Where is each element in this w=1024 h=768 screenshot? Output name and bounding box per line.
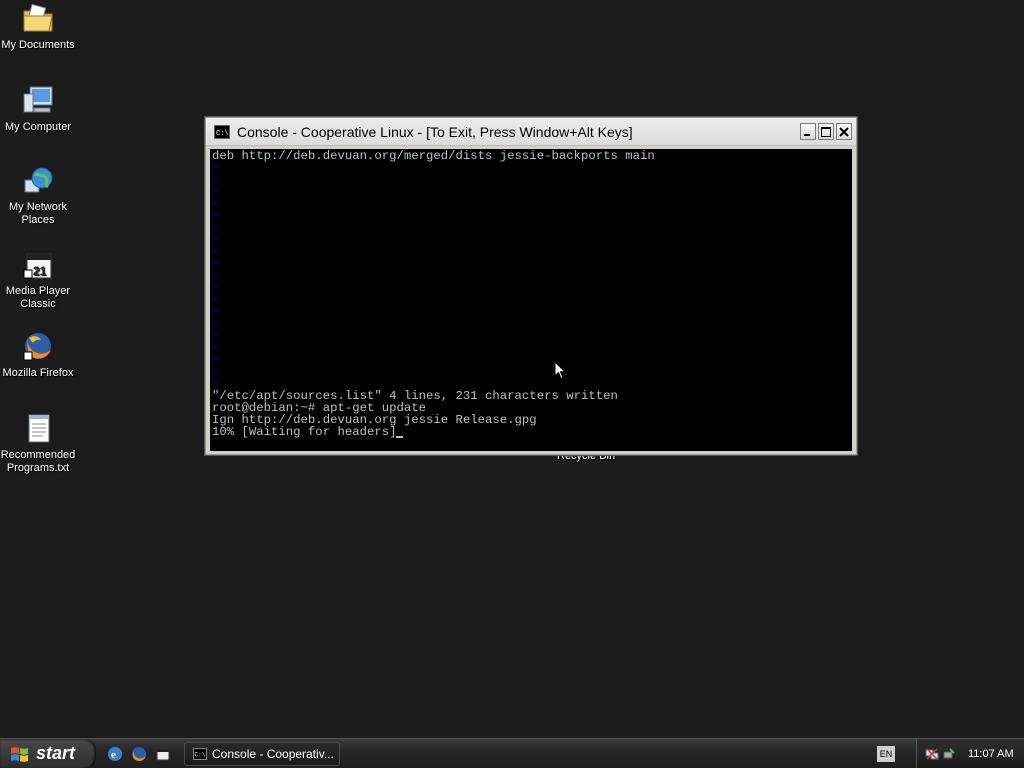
window-title: Console - Cooperative Linux - [To Exit, … — [237, 123, 633, 140]
safely-remove-tray-icon[interactable] — [942, 747, 956, 761]
clock[interactable]: 11:07 AM — [968, 748, 1014, 760]
vim-empty-line: ~ — [212, 317, 220, 331]
desktop-icon-my-computer[interactable]: My Computer — [0, 84, 76, 134]
vim-empty-line: ~ — [212, 221, 220, 235]
language-indicator[interactable]: EN — [877, 746, 895, 762]
desktop-icon-label: My Computer — [4, 121, 72, 133]
start-label: start — [36, 743, 76, 763]
vim-empty-line: ~ — [212, 233, 220, 247]
svg-text:C:\: C:\ — [216, 130, 229, 138]
console-icon: C:\ — [193, 747, 207, 760]
media-player-quicklaunch-icon[interactable] — [154, 745, 172, 763]
minimize-button[interactable] — [800, 123, 816, 140]
vim-empty-line: ~ — [212, 329, 220, 343]
mouse-pointer-icon — [554, 360, 567, 380]
vim-empty-line: ~ — [212, 257, 220, 271]
vim-empty-line: ~ — [212, 245, 220, 259]
desktop-icon-label: My Network Places — [8, 201, 68, 226]
vim-empty-line: ~ — [212, 281, 220, 295]
ie-quicklaunch-icon[interactable]: e — [106, 745, 124, 763]
vim-empty-line: ~ — [212, 185, 220, 199]
network-globe-icon — [21, 164, 55, 198]
vim-empty-line: ~ — [212, 341, 220, 355]
folder-icon — [21, 2, 55, 36]
desktop-icon-recommended-programs[interactable]: Recommended Programs.txt — [0, 412, 76, 475]
taskbar-item-console[interactable]: C:\ Console - Cooperativ... — [184, 741, 340, 766]
vim-empty-line: ~ — [212, 293, 220, 307]
svg-text:C:\: C:\ — [195, 751, 206, 758]
close-button[interactable] — [836, 123, 852, 140]
vim-empty-line: ~ — [212, 173, 220, 187]
maximize-button[interactable] — [818, 123, 834, 140]
media-player-icon: 21 — [21, 248, 55, 282]
console-window[interactable]: C:\ Console - Cooperative Linux - [To Ex… — [205, 117, 857, 455]
start-button[interactable]: start — [0, 738, 96, 768]
vim-empty-line: ~ — [212, 365, 220, 379]
taskbar: start e C:\ Console - Cooperativ... EN 1… — [0, 738, 1024, 768]
desktop-icon-media-player-classic[interactable]: 21 Media Player Classic — [0, 248, 76, 311]
vim-empty-line: ~ — [212, 161, 220, 175]
system-tray: 11:07 AM — [916, 739, 1024, 768]
quick-launch: e — [106, 745, 172, 763]
taskbar-item-label: Console - Cooperativ... — [212, 746, 334, 761]
desktop-icon-label: Mozilla Firefox — [2, 367, 74, 379]
console-line-progress: 10% [Waiting for headers] — [212, 426, 852, 438]
vim-empty-line: ~ — [212, 197, 220, 211]
console-line: deb http://deb.devuan.org/merged/dists j… — [212, 149, 655, 163]
desktop-icon-my-network-places[interactable]: My Network Places — [0, 164, 76, 227]
desktop-icon-label: My Documents — [1, 39, 75, 51]
windows-flag-icon — [10, 745, 30, 763]
desktop-icon-mozilla-firefox[interactable]: Mozilla Firefox — [0, 330, 76, 380]
console-icon: C:\ — [214, 124, 230, 139]
maximize-icon — [821, 126, 831, 137]
minimize-icon — [804, 133, 810, 136]
vim-empty-line: ~ — [212, 305, 220, 319]
text-cursor — [396, 436, 404, 438]
computer-icon — [21, 84, 55, 118]
close-icon — [839, 126, 849, 137]
desktop-icon-label: Media Player Classic — [5, 285, 71, 310]
console-output[interactable]: deb http://deb.devuan.org/merged/dists j… — [210, 149, 852, 451]
vim-empty-line: ~ — [212, 353, 220, 367]
network-tray-icon[interactable] — [925, 747, 939, 761]
progress-text: 10% [Waiting for headers] — [212, 425, 397, 439]
firefox-quicklaunch-icon[interactable] — [130, 745, 148, 763]
vim-empty-line: ~ — [212, 269, 220, 283]
text-file-icon — [21, 412, 55, 446]
window-titlebar[interactable]: C:\ Console - Cooperative Linux - [To Ex… — [206, 118, 856, 146]
desktop-icon-my-documents[interactable]: My Documents — [0, 2, 76, 52]
svg-text:21: 21 — [33, 264, 47, 278]
vim-empty-line: ~ — [212, 209, 220, 223]
desktop-icon-label: Recommended Programs.txt — [0, 449, 76, 474]
firefox-icon — [21, 330, 55, 364]
svg-text:e: e — [111, 749, 116, 761]
